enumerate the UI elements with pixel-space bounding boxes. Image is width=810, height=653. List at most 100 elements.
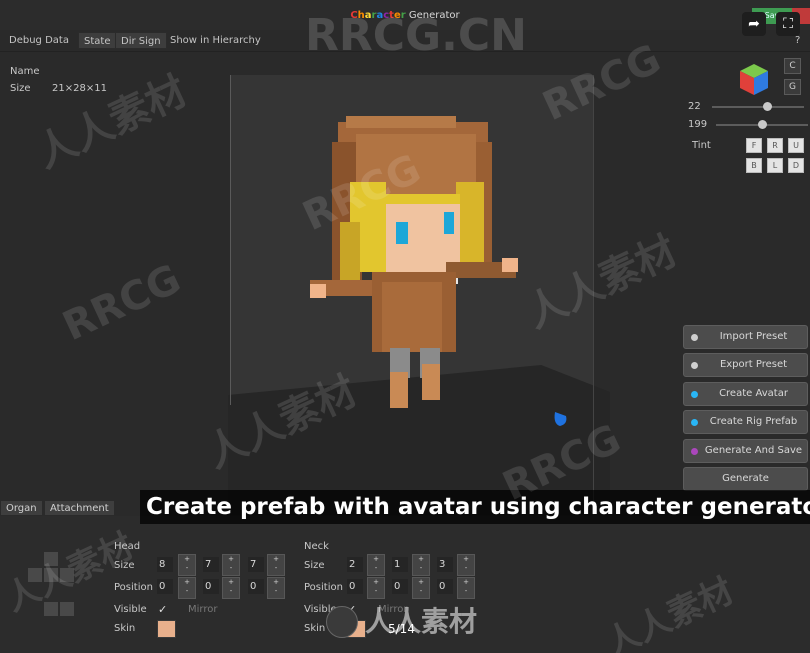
head-pos-x[interactable]: 0 xyxy=(157,579,173,594)
slider-1-handle[interactable] xyxy=(763,102,773,111)
video-caption: Create prefab with avatar using characte… xyxy=(140,490,810,524)
orientation-cube-icon[interactable] xyxy=(738,62,770,96)
tint-front-button[interactable]: F xyxy=(746,138,762,153)
head-size-z-stepper[interactable]: + - xyxy=(267,554,285,576)
tint-down-button[interactable]: D xyxy=(788,158,804,173)
export-dot-icon xyxy=(691,362,698,369)
slider-2-handle[interactable] xyxy=(758,120,767,129)
neck-size-x-stepper[interactable]: + - xyxy=(367,554,385,576)
light-direction-icon[interactable] xyxy=(552,410,568,428)
minus-icon[interactable]: - xyxy=(230,587,233,595)
minus-icon[interactable]: - xyxy=(375,587,378,595)
slider-1-track[interactable] xyxy=(712,106,804,108)
minus-icon[interactable]: - xyxy=(420,587,423,595)
plus-icon[interactable]: + xyxy=(418,578,424,586)
save-dot-icon xyxy=(691,448,698,455)
neck-pos-z-stepper[interactable]: + - xyxy=(457,577,475,599)
plus-icon[interactable]: + xyxy=(463,555,469,563)
organ-tile[interactable] xyxy=(28,568,42,582)
tab-organ[interactable]: Organ xyxy=(0,500,43,516)
minus-icon[interactable]: - xyxy=(465,587,468,595)
head-size-x-stepper[interactable]: + - xyxy=(178,554,196,576)
plus-icon[interactable]: + xyxy=(228,578,234,586)
dir-sign-toggle[interactable]: Dir Sign xyxy=(115,32,167,49)
organ-tile[interactable] xyxy=(60,602,74,616)
head-pos-x-stepper[interactable]: + - xyxy=(178,577,196,599)
neck-size-z[interactable]: 3 xyxy=(437,557,453,572)
export-preset-label: Export Preset xyxy=(719,359,788,370)
neck-pos-y-stepper[interactable]: + - xyxy=(412,577,430,599)
head-pos-z-stepper[interactable]: + - xyxy=(267,577,285,599)
generate-label: Generate xyxy=(722,473,769,484)
minus-icon[interactable]: - xyxy=(275,587,278,595)
head-skin-color-swatch[interactable] xyxy=(157,620,176,638)
show-in-hierarchy-button[interactable]: Show in Hierarchy xyxy=(165,32,266,49)
organ-tile[interactable] xyxy=(44,568,58,582)
head-mirror-label[interactable]: Mirror xyxy=(188,604,217,615)
rig-dot-icon xyxy=(691,419,698,426)
head-size-y[interactable]: 7 xyxy=(203,557,219,572)
neck-pos-x[interactable]: 0 xyxy=(347,579,363,594)
neck-size-y[interactable]: 1 xyxy=(392,557,408,572)
export-preset-button[interactable]: Export Preset xyxy=(683,353,808,377)
help-button[interactable]: ? xyxy=(790,32,805,49)
plus-icon[interactable]: + xyxy=(184,578,190,586)
head-size-y-stepper[interactable]: + - xyxy=(222,554,240,576)
plus-icon[interactable]: + xyxy=(373,578,379,586)
minus-icon[interactable]: - xyxy=(420,564,423,572)
head-pos-z[interactable]: 0 xyxy=(248,579,264,594)
plus-icon[interactable]: + xyxy=(463,578,469,586)
plus-icon[interactable]: + xyxy=(373,555,379,563)
head-visible-checkbox[interactable]: ✓ xyxy=(158,603,167,616)
toolbar-divider xyxy=(0,51,810,52)
plus-icon[interactable]: + xyxy=(418,555,424,563)
g-button[interactable]: G xyxy=(784,79,801,95)
title-letter: h xyxy=(357,10,365,21)
minus-icon[interactable]: - xyxy=(275,564,278,572)
generate-button[interactable]: Generate xyxy=(683,467,808,491)
watermark: RRCG xyxy=(56,255,188,351)
plus-icon[interactable]: + xyxy=(228,555,234,563)
tint-label: Tint xyxy=(692,140,711,151)
plus-icon[interactable]: + xyxy=(273,555,279,563)
organ-tile[interactable] xyxy=(60,568,74,582)
head-size-z[interactable]: 7 xyxy=(248,557,264,572)
neck-pos-y[interactable]: 0 xyxy=(392,579,408,594)
minus-icon[interactable]: - xyxy=(465,564,468,572)
tint-right-button[interactable]: R xyxy=(767,138,783,153)
neck-size-x[interactable]: 2 xyxy=(347,557,363,572)
title-letter: C xyxy=(350,10,358,21)
import-preset-button[interactable]: Import Preset xyxy=(683,325,808,349)
neck-pos-z[interactable]: 0 xyxy=(437,579,453,594)
create-avatar-prefab-button[interactable]: Create Avatar Prefab xyxy=(683,382,808,421)
minus-icon[interactable]: - xyxy=(186,564,189,572)
minus-icon[interactable]: - xyxy=(375,564,378,572)
voxel-character[interactable] xyxy=(296,112,526,412)
generate-and-save-label: Generate And Save xyxy=(704,445,803,456)
avatar-dot-icon xyxy=(691,391,698,398)
tint-back-button[interactable]: B xyxy=(746,158,762,173)
c-button[interactable]: C xyxy=(784,58,801,74)
share-icon[interactable]: ➦ xyxy=(742,12,766,36)
head-size-x[interactable]: 8 xyxy=(157,557,173,572)
plus-icon[interactable]: + xyxy=(273,578,279,586)
tab-attachment[interactable]: Attachment xyxy=(44,500,115,516)
plus-icon[interactable]: + xyxy=(184,555,190,563)
state-toggle[interactable]: State xyxy=(78,32,117,49)
tint-up-button[interactable]: U xyxy=(788,138,804,153)
neck-pos-x-stepper[interactable]: + - xyxy=(367,577,385,599)
head-pos-y-stepper[interactable]: + - xyxy=(222,577,240,599)
organ-tile[interactable] xyxy=(44,602,58,616)
debug-data-button[interactable]: Debug Data xyxy=(4,32,74,49)
player-logo-icon[interactable] xyxy=(326,606,358,638)
head-pos-y[interactable]: 0 xyxy=(203,579,219,594)
minus-icon[interactable]: - xyxy=(230,564,233,572)
generate-and-save-button[interactable]: Generate And Save xyxy=(683,439,808,463)
neck-size-y-stepper[interactable]: + - xyxy=(412,554,430,576)
neck-mirror-label[interactable]: Mirror xyxy=(378,604,407,615)
minus-icon[interactable]: - xyxy=(186,587,189,595)
tint-left-button[interactable]: L xyxy=(767,158,783,173)
organ-tile[interactable] xyxy=(44,552,58,566)
neck-size-z-stepper[interactable]: + - xyxy=(457,554,475,576)
create-rig-prefab-button[interactable]: Create Rig Prefab xyxy=(683,410,808,434)
